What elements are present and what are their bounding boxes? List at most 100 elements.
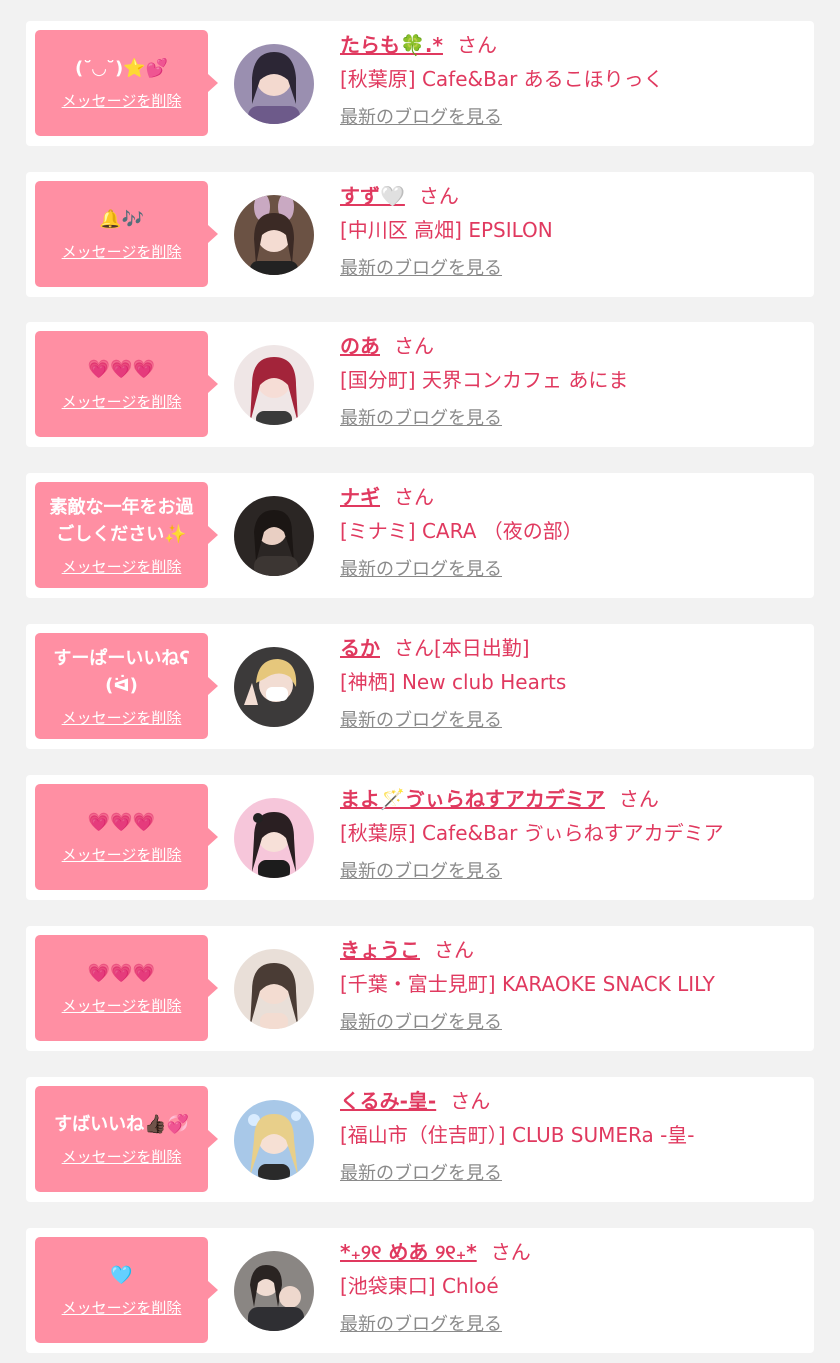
avatar[interactable] (234, 1251, 314, 1331)
avatar[interactable] (234, 1100, 314, 1180)
latest-blog-link[interactable]: 最新のブログを見る (340, 859, 502, 885)
list-item: 🩵 メッセージを削除 *₊୨୧ めあ ୨୧₊* さん [池袋東口] Chloé 最… (26, 1228, 814, 1353)
cast-info: まよ🪄ゔぃらねすアカデミア さん [秋葉原] Cafe&Bar ゔぃらねすアカデミ… (340, 785, 804, 885)
message-text: 🩵 (110, 1265, 133, 1286)
message-text: 💗💗💗 (87, 812, 156, 833)
cast-name-link[interactable]: くるみ-皇- (340, 1089, 436, 1113)
message-bubble: 💗💗💗 メッセージを削除 (35, 784, 218, 890)
latest-blog-link[interactable]: 最新のブログを見る (340, 406, 502, 432)
delete-message-link[interactable]: メッセージを削除 (62, 1297, 182, 1318)
cast-info: *₊୨୧ めあ ୨୧₊* さん [池袋東口] Chloé 最新のブログを見る (340, 1238, 804, 1338)
shop-label: [神栖] New club Hearts (340, 670, 567, 694)
latest-blog-link[interactable]: 最新のブログを見る (340, 1161, 502, 1187)
san-label: さん (618, 787, 659, 811)
san-label: さん (434, 938, 474, 962)
cast-info: たらも🍀.* さん [秋葉原] Cafe&Bar あるこほりっく 最新のブログを見… (340, 31, 804, 131)
list-item: (˘◡˘)⭐💕 メッセージを削除 たらも🍀.* さん [秋葉原] Cafe&Bar… (26, 21, 814, 146)
cast-name-link[interactable]: *₊୨୧ めあ ୨୧₊* (340, 1240, 477, 1264)
delete-message-link[interactable]: メッセージを削除 (62, 391, 182, 412)
delete-message-link[interactable]: メッセージを削除 (62, 707, 182, 728)
message-text: 💗💗💗 (87, 359, 156, 380)
cast-name-link[interactable]: ナギ (340, 485, 380, 509)
delete-message-link[interactable]: メッセージを削除 (62, 844, 182, 865)
list-item: 💗💗💗 メッセージを削除 まよ🪄ゔぃらねすアカデミア さん [秋葉原] Cafe&… (26, 775, 814, 900)
san-label: さん[本日出勤] (394, 636, 530, 660)
message-text: すばいいね👍🏿💞 (54, 1114, 189, 1135)
name-row: *₊୨୧ めあ ୨୧₊* さん (340, 1238, 804, 1266)
san-label: さん (456, 33, 497, 57)
name-row: るか さん[本日出勤] (340, 634, 804, 662)
list-item: 素敵な一年をお過ごしください✨ メッセージを削除 ナギ さん [ミナミ] CARA… (26, 473, 814, 598)
message-bubble: 🔔🎶 メッセージを削除 (35, 181, 218, 287)
latest-blog-link[interactable]: 最新のブログを見る (340, 1010, 502, 1036)
message-bubble: 💗💗💗 メッセージを削除 (35, 935, 218, 1041)
list-item: 💗💗💗 メッセージを削除 のあ さん [国分町] 天界コンカフェ あにま 最新のブ… (26, 322, 814, 447)
avatar[interactable] (234, 647, 314, 727)
name-row: たらも🍀.* さん (340, 31, 804, 59)
list-item: すーぱーいいねʕ(ᐛ) メッセージを削除 るか さん[本日出勤] [神栖] New… (26, 624, 814, 749)
message-bubble: 🩵 メッセージを削除 (35, 1237, 218, 1343)
shop-label: [国分町] 天界コンカフェ あにま (340, 368, 629, 392)
message-text: (˘◡˘)⭐💕 (74, 58, 169, 79)
name-row: すず🤍 さん (340, 182, 804, 210)
avatar[interactable] (234, 195, 314, 275)
san-label: さん (418, 184, 459, 208)
list-item: すばいいね👍🏿💞 メッセージを削除 くるみ-皇- さん [福山市（住吉町）] CL… (26, 1077, 814, 1202)
message-bubble: (˘◡˘)⭐💕 メッセージを削除 (35, 30, 218, 136)
cast-info: るか さん[本日出勤] [神栖] New club Hearts 最新のブログを見… (340, 634, 804, 734)
message-bubble: 素敵な一年をお過ごしください✨ メッセージを削除 (35, 482, 218, 588)
cast-name-link[interactable]: るか (340, 636, 380, 660)
avatar[interactable] (234, 949, 314, 1029)
san-label: さん (394, 334, 434, 358)
shop-label: [千葉・富士見町] KARAOKE SNACK LILY (340, 972, 715, 996)
san-label: さん (490, 1240, 531, 1264)
delete-message-link[interactable]: メッセージを削除 (62, 1146, 182, 1167)
san-label: さん (450, 1089, 491, 1113)
name-row: きょうこ さん (340, 936, 804, 964)
cast-info: きょうこ さん [千葉・富士見町] KARAOKE SNACK LILY 最新のブ… (340, 936, 804, 1036)
message-text: 🔔🎶 (99, 209, 144, 230)
latest-blog-link[interactable]: 最新のブログを見る (340, 557, 502, 583)
cast-name-link[interactable]: たらも🍀.* (340, 33, 443, 57)
message-text: 素敵な一年をお過ごしください✨ (49, 496, 194, 545)
message-bubble: すばいいね👍🏿💞 メッセージを削除 (35, 1086, 218, 1192)
avatar[interactable] (234, 44, 314, 124)
latest-blog-link[interactable]: 最新のブログを見る (340, 256, 502, 282)
name-row: くるみ-皇- さん (340, 1087, 804, 1115)
shop-label: [秋葉原] Cafe&Bar ゔぃらねすアカデミア (340, 821, 724, 845)
cast-info: のあ さん [国分町] 天界コンカフェ あにま 最新のブログを見る (340, 332, 804, 432)
cast-info: すず🤍 さん [中川区 高畑] EPSILON 最新のブログを見る (340, 182, 804, 282)
shop-label: [中川区 高畑] EPSILON (340, 218, 553, 242)
cast-name-link[interactable]: のあ (340, 334, 380, 358)
cast-name-link[interactable]: まよ🪄ゔぃらねすアカデミア (340, 787, 605, 811)
delete-message-link[interactable]: メッセージを削除 (62, 556, 182, 577)
latest-blog-link[interactable]: 最新のブログを見る (340, 708, 502, 734)
cast-info: ナギ さん [ミナミ] CARA （夜の部） 最新のブログを見る (340, 483, 804, 583)
avatar[interactable] (234, 345, 314, 425)
delete-message-link[interactable]: メッセージを削除 (62, 241, 182, 262)
message-list: (˘◡˘)⭐💕 メッセージを削除 たらも🍀.* さん [秋葉原] Cafe&Bar… (0, 0, 840, 1363)
shop-label: [秋葉原] Cafe&Bar あるこほりっく (340, 67, 664, 91)
name-row: ナギ さん (340, 483, 804, 511)
avatar[interactable] (234, 496, 314, 576)
name-row: まよ🪄ゔぃらねすアカデミア さん (340, 785, 804, 813)
cast-name-link[interactable]: きょうこ (340, 938, 420, 962)
message-text: すーぱーいいねʕ(ᐛ) (53, 647, 190, 696)
delete-message-link[interactable]: メッセージを削除 (62, 995, 182, 1016)
shop-label: [ミナミ] CARA （夜の部） (340, 519, 583, 543)
shop-label: [福山市（住吉町）] CLUB SUMERa -皇- (340, 1123, 695, 1147)
message-text: 💗💗💗 (87, 963, 156, 984)
name-row: のあ さん (340, 332, 804, 360)
list-item: 🔔🎶 メッセージを削除 すず🤍 さん [中川区 高畑] EPSILON 最新のブロ… (26, 172, 814, 297)
latest-blog-link[interactable]: 最新のブログを見る (340, 105, 502, 131)
message-bubble: 💗💗💗 メッセージを削除 (35, 331, 218, 437)
cast-name-link[interactable]: すず🤍 (340, 184, 405, 208)
avatar[interactable] (234, 798, 314, 878)
message-bubble: すーぱーいいねʕ(ᐛ) メッセージを削除 (35, 633, 218, 739)
san-label: さん (394, 485, 434, 509)
shop-label: [池袋東口] Chloé (340, 1274, 499, 1298)
delete-message-link[interactable]: メッセージを削除 (62, 90, 182, 111)
name-suffix: [本日出勤] (434, 636, 530, 660)
latest-blog-link[interactable]: 最新のブログを見る (340, 1312, 502, 1338)
cast-info: くるみ-皇- さん [福山市（住吉町）] CLUB SUMERa -皇- 最新のブ… (340, 1087, 804, 1187)
